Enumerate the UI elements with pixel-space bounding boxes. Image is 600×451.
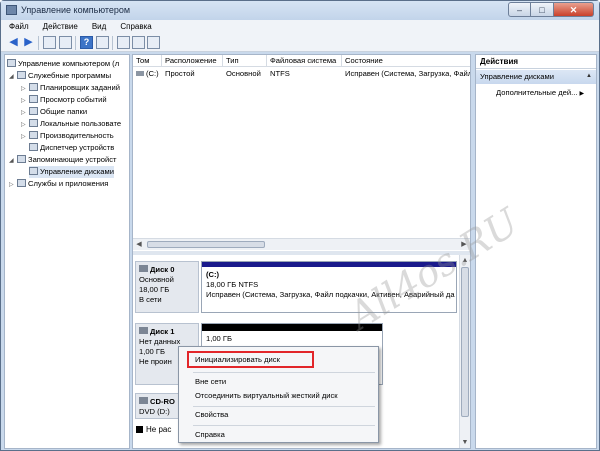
collapse-icon[interactable]: ◢: [9, 72, 17, 83]
tree-item-task-scheduler[interactable]: ▷ Планировщик заданий: [21, 82, 120, 94]
submenu-arrow-icon: ▶: [579, 91, 585, 97]
highlight-box: [187, 351, 314, 368]
tree-item-event-viewer[interactable]: ▷ Просмотр событий: [21, 94, 107, 106]
tools-icon: [17, 71, 26, 79]
table-row[interactable]: (C:) Простой Основной NTFS Исправен (Сис…: [133, 68, 470, 80]
tree-item-storage[interactable]: ◢ Запоминающие устройст: [9, 154, 117, 166]
tree-item-computer-management[interactable]: Управление компьютером (л: [7, 58, 119, 70]
unallocated-bar: [202, 324, 382, 331]
collapse-icon[interactable]: ◢: [9, 156, 17, 167]
menu-help[interactable]: Справка: [112, 20, 157, 34]
minimize-icon: –: [516, 5, 522, 15]
maximize-icon: □: [539, 5, 545, 15]
menu-item-detach-vhd[interactable]: Отсоединить виртуальный жесткий диск: [195, 391, 338, 400]
tree-item-performance[interactable]: ▷ Производительность: [21, 130, 114, 142]
properties-icon[interactable]: [132, 36, 145, 49]
menu-action[interactable]: Действие: [35, 20, 84, 34]
users-icon: [29, 119, 38, 127]
column-header-file-system[interactable]: Файловая система: [267, 55, 342, 67]
scroll-thumb[interactable]: [147, 241, 265, 248]
tree-item-services-applications[interactable]: ▷ Службы и приложения: [9, 178, 108, 190]
help-icon[interactable]: ?: [80, 36, 93, 49]
back-arrow-icon[interactable]: ◀: [7, 36, 20, 49]
performance-icon: [29, 131, 38, 139]
menu-item-help[interactable]: Справка: [195, 430, 225, 439]
volume-list-header: Том Расположение Тип Файловая система Со…: [133, 55, 470, 67]
vertical-scrollbar[interactable]: ▲ ▼: [459, 255, 470, 448]
close-button[interactable]: ✕: [554, 2, 594, 17]
disk-0-label[interactable]: Диск 0 Основной 18,00 ГБ В сети: [135, 261, 199, 313]
column-header-layout[interactable]: Расположение: [162, 55, 223, 67]
help-topics-icon[interactable]: [147, 36, 160, 49]
window-title: Управление компьютером: [21, 5, 131, 15]
menu-separator: [193, 372, 375, 373]
menu-bar: Файл Действие Вид Справка: [1, 20, 599, 34]
volume-status-cell: Исправен (Система, Загрузка, Файл: [345, 69, 470, 78]
cd-drive-icon: [139, 397, 148, 404]
actions-title: Действия: [476, 55, 596, 69]
hard-disk-icon: [139, 265, 148, 272]
maximize-button[interactable]: □: [531, 2, 554, 17]
drive-icon: [136, 71, 144, 76]
collapse-icon[interactable]: ▲: [586, 73, 592, 79]
services-icon: [17, 179, 26, 187]
navigation-tree: Управление компьютером (л ◢ Служебные про…: [4, 54, 130, 449]
menu-separator: [193, 425, 375, 426]
menu-file[interactable]: Файл: [1, 20, 35, 34]
show-hide-action-pane-icon[interactable]: [96, 36, 109, 49]
close-icon: ✕: [569, 5, 578, 15]
minimize-button[interactable]: –: [508, 2, 531, 17]
tree-item-device-manager[interactable]: Диспетчер устройств: [29, 142, 114, 154]
unallocated-legend-swatch: [136, 426, 143, 433]
event-log-icon: [29, 95, 38, 103]
clock-icon: [29, 83, 38, 91]
menu-separator: [193, 406, 375, 407]
computer-management-icon: [6, 5, 17, 15]
menu-view[interactable]: Вид: [84, 20, 112, 34]
tree-item-local-users[interactable]: ▷ Локальные пользовате: [21, 118, 121, 130]
up-folder-icon[interactable]: [43, 36, 56, 49]
show-hide-tree-icon[interactable]: [59, 36, 72, 49]
menu-item-offline[interactable]: Вне сети: [195, 377, 226, 386]
volume-type-cell: Основной: [226, 69, 261, 78]
tree-item-disk-management[interactable]: Управление дисками: [29, 166, 114, 178]
column-header-volume[interactable]: Том: [133, 55, 162, 67]
column-header-type[interactable]: Тип: [223, 55, 267, 67]
device-manager-icon: [29, 143, 38, 151]
column-header-status[interactable]: Состояние: [342, 55, 470, 67]
menu-item-properties[interactable]: Свойства: [195, 410, 228, 419]
title-bar: Управление компьютером – □ ✕: [1, 1, 599, 20]
expand-icon[interactable]: ▷: [9, 180, 17, 191]
scroll-down-icon[interactable]: ▼: [460, 437, 470, 448]
disk-management-icon: [29, 167, 38, 175]
volume-layout-cell: Простой: [165, 69, 195, 78]
tree-item-system-tools[interactable]: ◢ Служебные программы: [9, 70, 111, 82]
storage-icon: [17, 155, 26, 163]
shared-folder-icon: [29, 107, 38, 115]
volume-fs-cell: NTFS: [270, 69, 290, 78]
disk-context-menu: Инициализировать диск Вне сети Отсоедини…: [178, 346, 379, 443]
refresh-icon[interactable]: [117, 36, 130, 49]
more-actions-item[interactable]: Дополнительные дей... ▶: [496, 88, 584, 97]
actions-section-disk-management[interactable]: Управление дисками ▲: [476, 70, 596, 84]
volume-name-cell: (C:): [133, 68, 162, 80]
computer-management-window: Управление компьютером – □ ✕ Файл Действ…: [0, 0, 600, 451]
scroll-left-icon[interactable]: ◀: [133, 239, 145, 250]
computer-icon: [7, 59, 16, 67]
expand-icon[interactable]: ▷: [21, 132, 29, 143]
horizontal-scrollbar[interactable]: ◀ ▶: [133, 238, 470, 250]
hard-disk-icon: [139, 327, 148, 334]
toolbar: ◀ ▶ ?: [1, 34, 599, 52]
scroll-thumb[interactable]: [461, 267, 469, 417]
forward-arrow-icon[interactable]: ▶: [22, 36, 35, 49]
legend: Не рас: [136, 425, 171, 434]
tree-item-shared-folders[interactable]: ▷ Общие папки: [21, 106, 87, 118]
